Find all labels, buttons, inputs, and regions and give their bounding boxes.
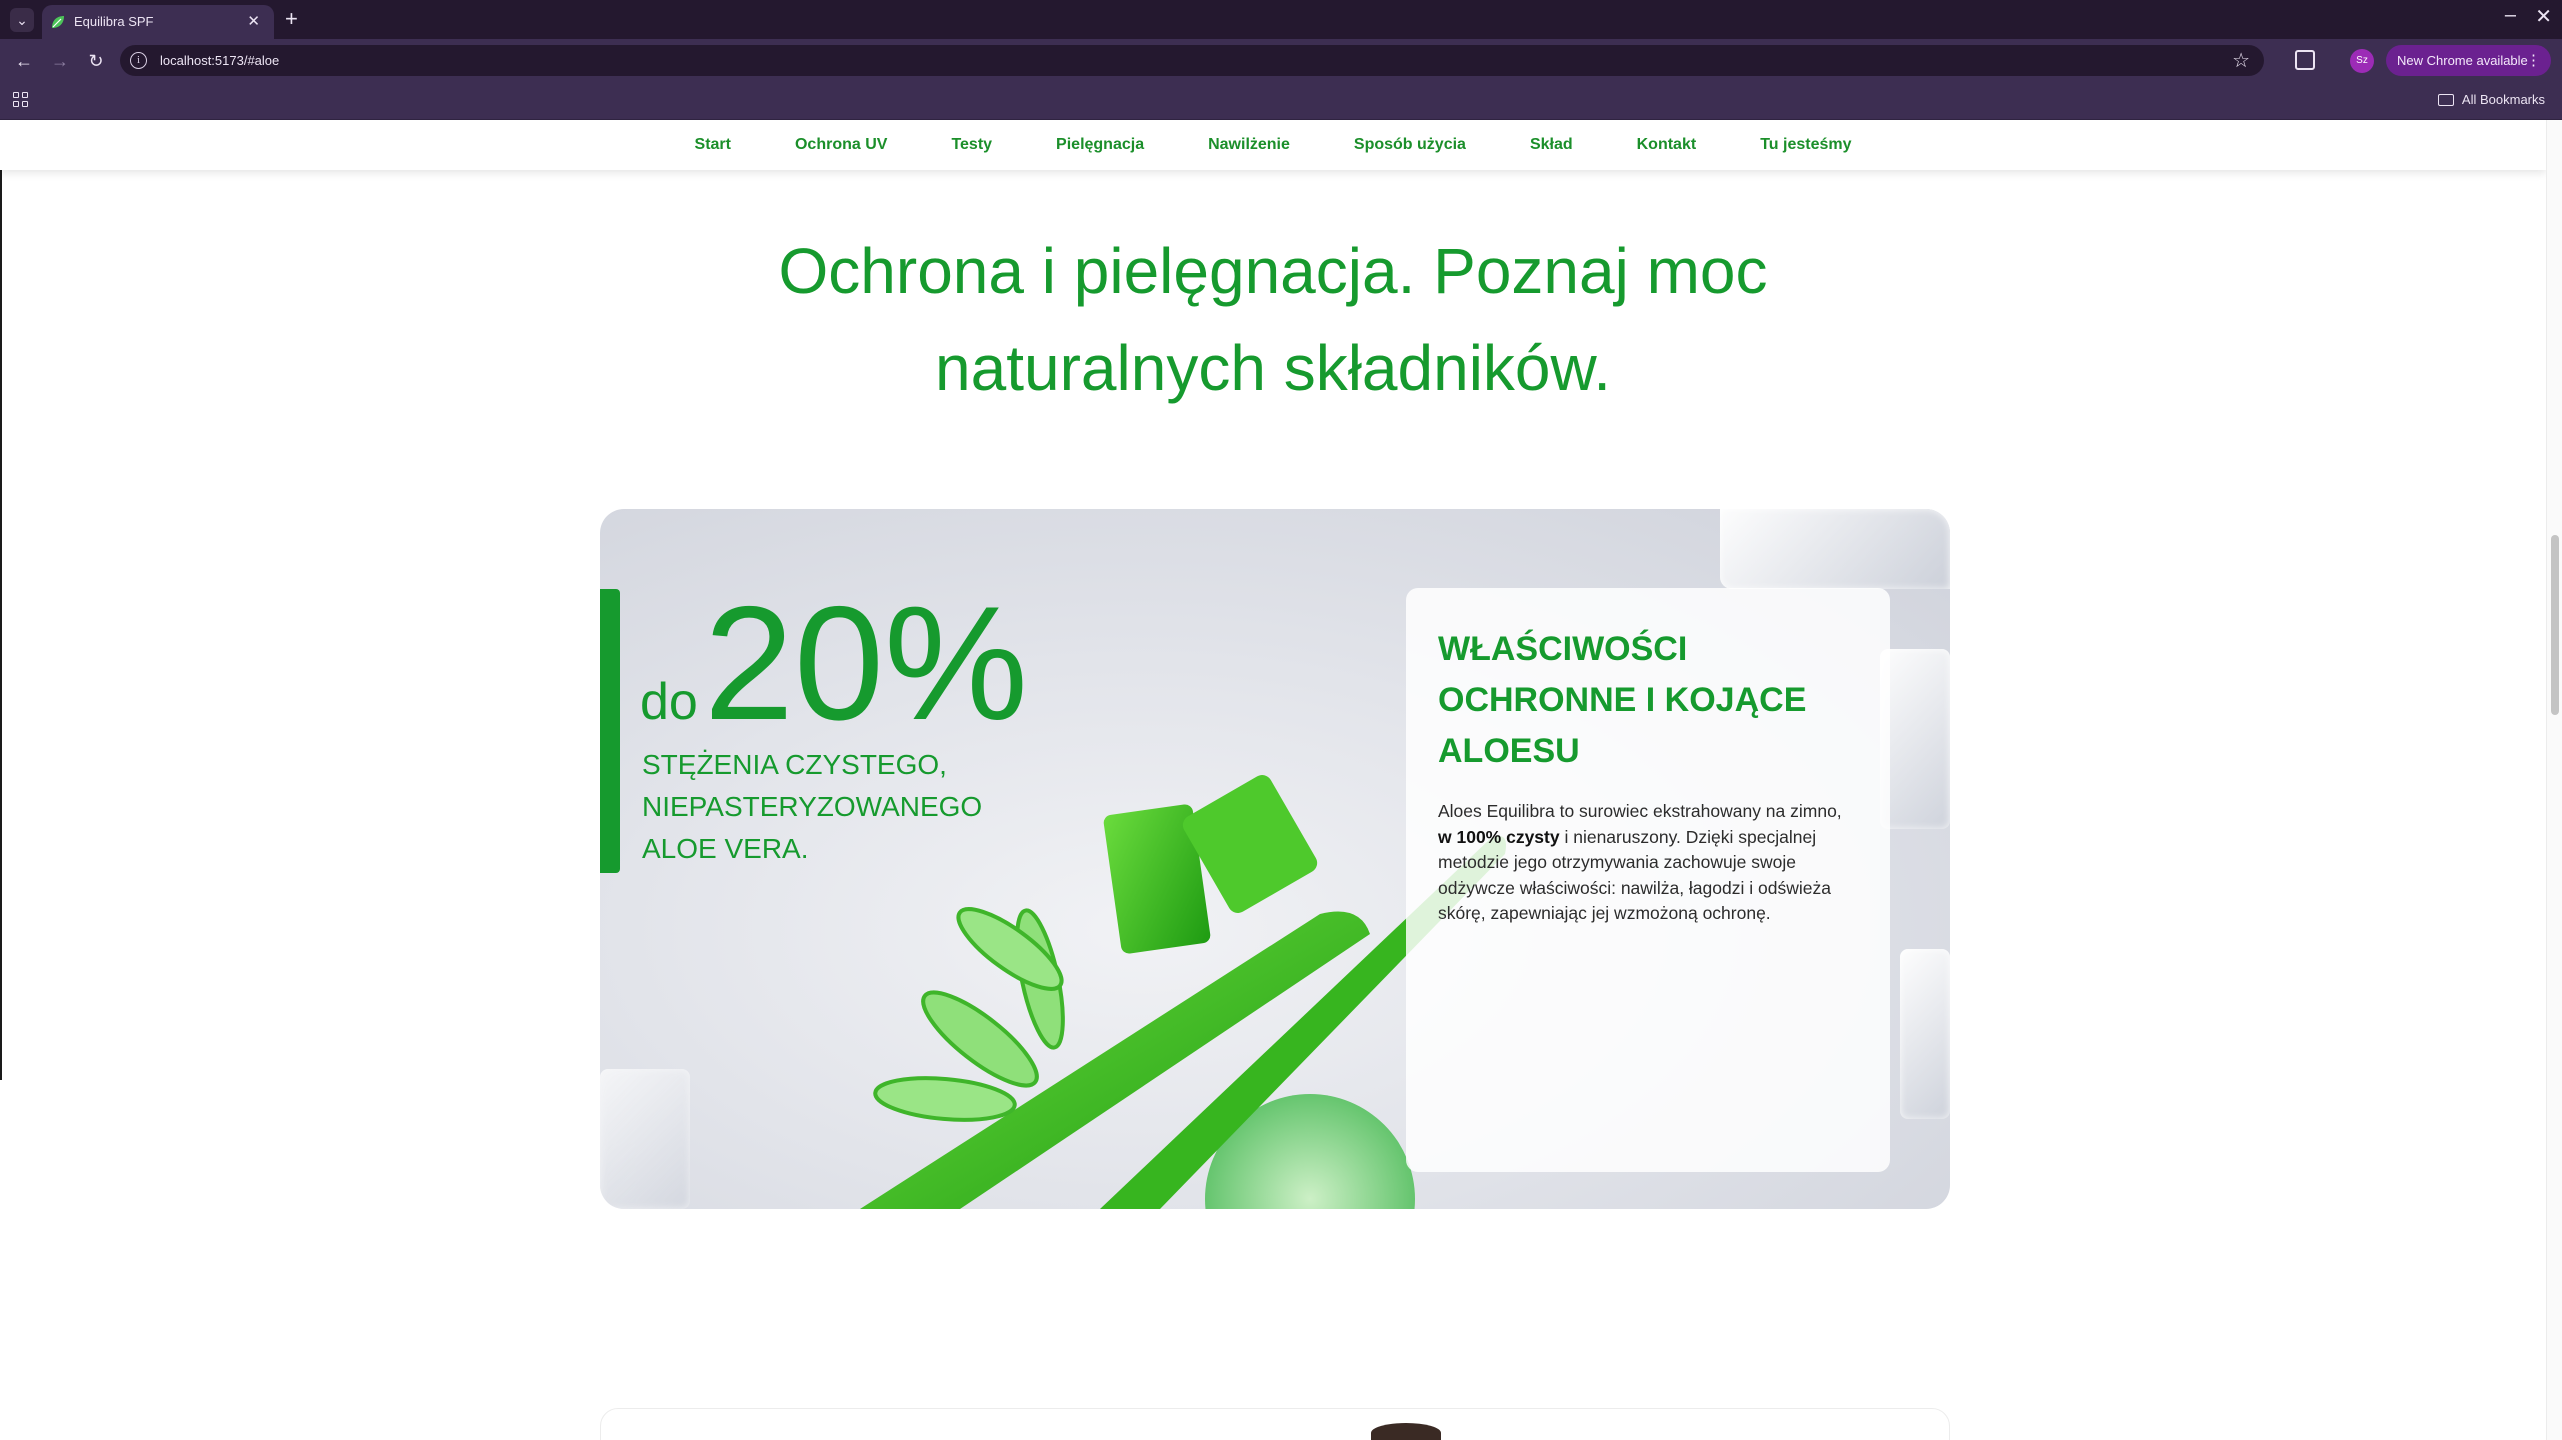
star-icon[interactable]: ☆ — [2232, 48, 2250, 73]
nav-link-pielegnacja[interactable]: Pielęgnacja — [1056, 136, 1144, 154]
stat-prefix: do — [640, 673, 698, 731]
avatar[interactable]: Sz — [2350, 49, 2374, 73]
scrollbar-thumb[interactable] — [2551, 535, 2559, 715]
back-arrow-icon[interactable]: ← — [11, 48, 37, 74]
tab-strip: ⌄ Equilibra SPF ✕ + – ✕ — [0, 0, 2562, 39]
left-edge-line — [0, 120, 2, 1080]
nav-link-testy[interactable]: Testy — [951, 136, 992, 154]
site-info-icon[interactable]: i — [130, 52, 147, 69]
tab-title: Equilibra SPF — [74, 14, 154, 29]
nav-link-sposob-uzycia[interactable]: Sposób użycia — [1354, 136, 1466, 154]
aloe-hero-panel: do20% STĘŻENIA CZYSTEGO, NIEPASTERYZOWAN… — [600, 509, 1950, 1209]
apps-grid-icon[interactable] — [13, 92, 29, 108]
minimize-icon[interactable]: – — [2505, 4, 2516, 27]
leaf-favicon-icon — [52, 16, 64, 28]
update-chrome-label: New Chrome available — [2397, 53, 2528, 68]
properties-card: WŁAŚCIWOŚCI OCHRONNE I KOJĄCE ALOESU Alo… — [1406, 588, 1890, 1172]
address-bar[interactable]: i localhost:5173/#aloe ☆ — [120, 45, 2264, 76]
card-text-part-1: Aloes Equilibra to surowiec ekstrahowany… — [1438, 801, 1842, 821]
update-chrome-button[interactable]: New Chrome available ⋮ — [2386, 45, 2551, 76]
next-section-card — [600, 1408, 1950, 1440]
site-navigation: Start Ochrona UV Testy Pielęgnacja Nawil… — [0, 120, 2546, 170]
stat-description: STĘŻENIA CZYSTEGO, NIEPASTERYZOWANEGO AL… — [642, 749, 983, 864]
page-scrollbar[interactable] — [2546, 120, 2562, 1440]
nav-link-kontakt[interactable]: Kontakt — [1637, 136, 1697, 154]
page-viewport: Start Ochrona UV Testy Pielęgnacja Nawil… — [0, 120, 2562, 1440]
nav-link-ochrona-uv[interactable]: Ochrona UV — [795, 136, 887, 154]
nav-link-sklad[interactable]: Skład — [1530, 136, 1573, 154]
more-vert-icon[interactable]: ⋮ — [2526, 45, 2541, 76]
plus-icon[interactable]: + — [285, 6, 298, 32]
browser-toolbar: ← → ↻ i localhost:5173/#aloe ☆ Sz New Ch… — [0, 39, 2562, 82]
card-text-emphasis: w 100% czysty — [1438, 826, 1560, 847]
next-section-image — [1371, 1423, 1441, 1440]
extensions-icon[interactable] — [2295, 50, 2315, 70]
window-close-icon[interactable]: ✕ — [2535, 4, 2552, 29]
nav-link-start[interactable]: Start — [695, 136, 731, 154]
reload-icon[interactable]: ↻ — [83, 48, 109, 74]
stat-percentage: 20% — [703, 573, 1029, 754]
card-title: WŁAŚCIWOŚCI OCHRONNE I KOJĄCE ALOESU — [1438, 630, 1807, 770]
card-text: Aloes Equilibra to surowiec ekstrahowany… — [1438, 799, 1858, 927]
nav-link-nawilzenie[interactable]: Nawilżenie — [1208, 136, 1290, 154]
stat-accent-bar — [600, 589, 620, 873]
tab-search-icon[interactable]: ⌄ — [10, 8, 34, 32]
folder-icon — [2437, 93, 2454, 106]
close-icon[interactable]: ✕ — [247, 12, 260, 30]
url-text[interactable]: localhost:5173/#aloe — [160, 53, 279, 68]
all-bookmarks-button[interactable]: All Bookmarks — [2437, 92, 2545, 107]
tab-active[interactable]: Equilibra SPF ✕ — [42, 5, 274, 39]
all-bookmarks-label: All Bookmarks — [2461, 92, 2545, 107]
section-heading: Ochrona i pielęgnacja. Poznaj moc natura… — [778, 235, 1768, 404]
forward-arrow-icon[interactable]: → — [47, 48, 73, 74]
stat-value: do20% — [640, 583, 1028, 745]
nav-link-tu-jestesmy[interactable]: Tu jesteśmy — [1760, 136, 1851, 154]
bookmarks-bar: All Bookmarks — [0, 82, 2562, 120]
